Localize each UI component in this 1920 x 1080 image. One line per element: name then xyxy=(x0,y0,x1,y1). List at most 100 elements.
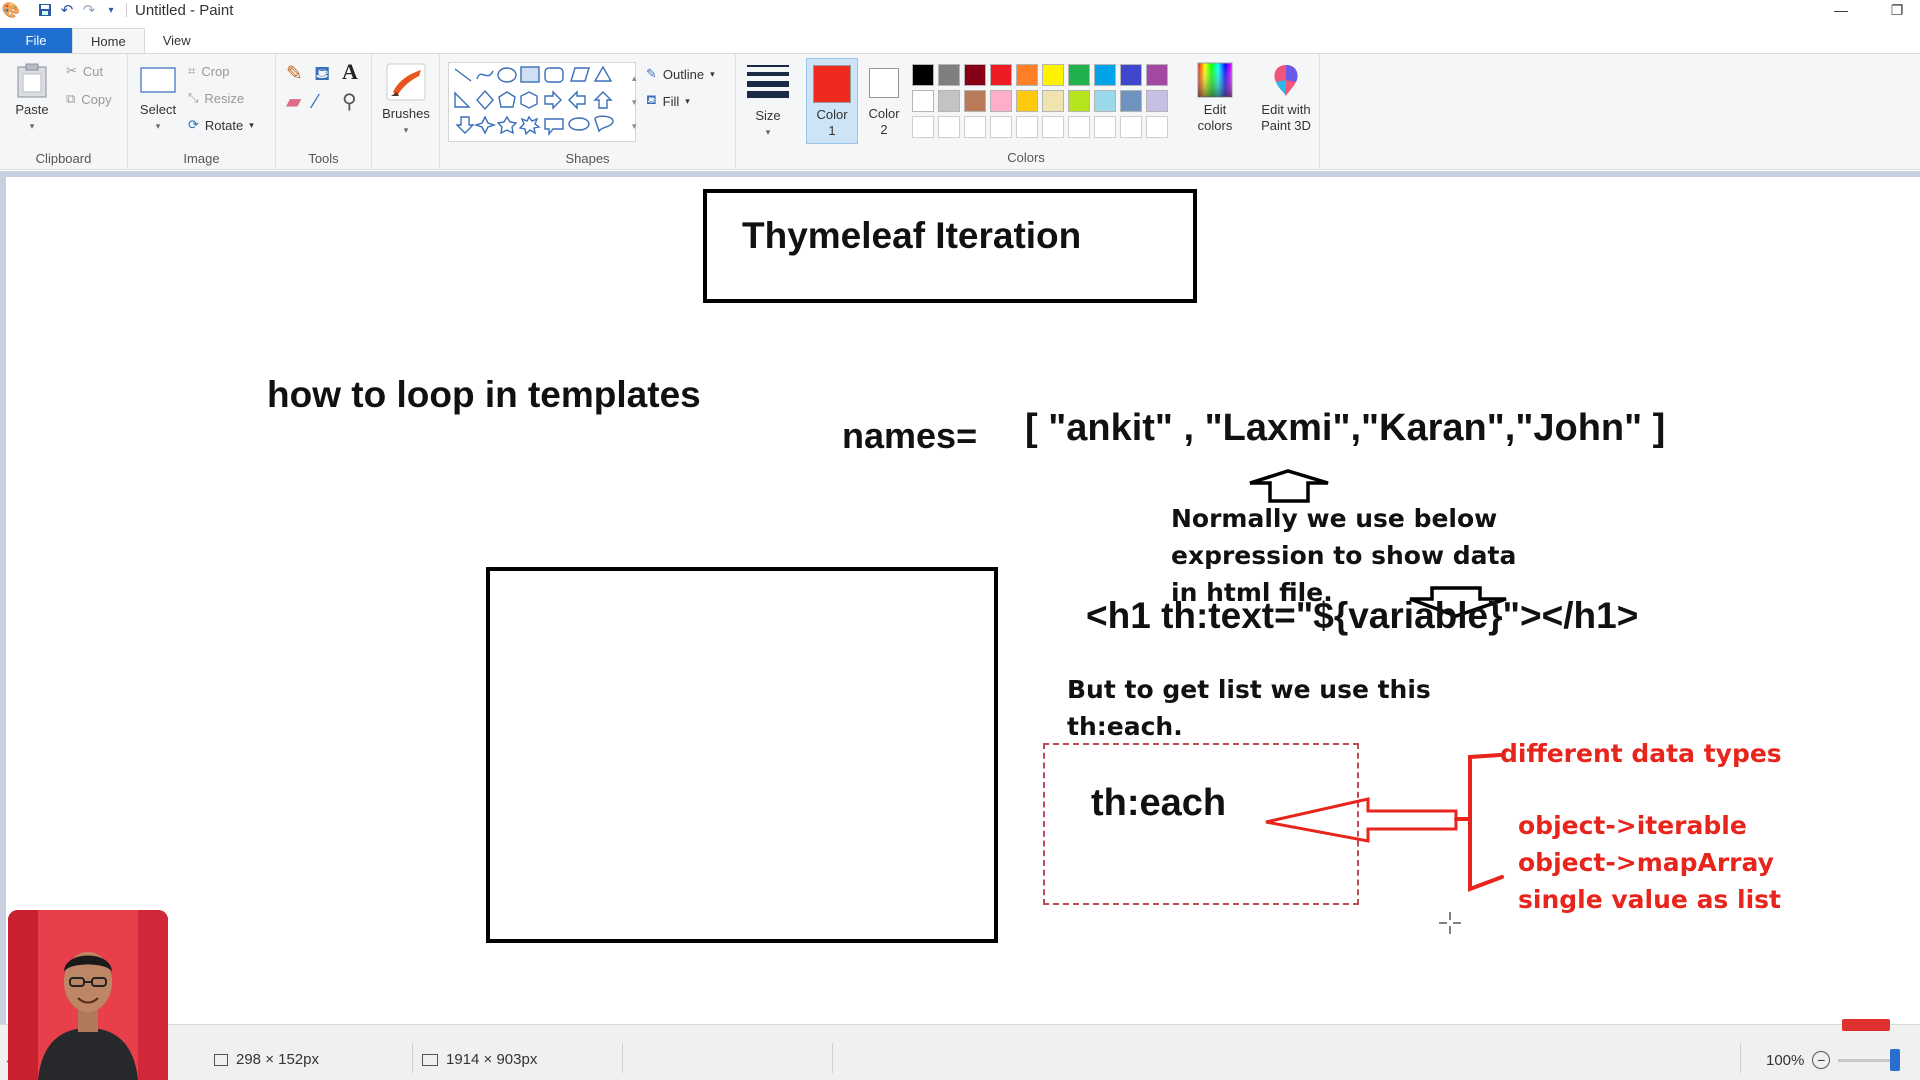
paint-app-icon[interactable]: 🎨 xyxy=(0,0,22,20)
crop-button[interactable]: ⌗ Crop xyxy=(188,63,230,79)
custom-color-slot[interactable] xyxy=(1146,116,1168,138)
shapes-group: ▴ ▾ ▾ ✎ Outline ▾ ⛾ Fill ▾ Shapes xyxy=(440,54,736,170)
zoom-slider-thumb[interactable] xyxy=(1890,1048,1901,1071)
canvas-area: Thymeleaf Iteration how to loop in templ… xyxy=(0,171,1920,1024)
edit-with-paint3d-button[interactable]: Edit with Paint 3D xyxy=(1254,62,1318,134)
select-button[interactable]: Select ▾ xyxy=(136,66,180,134)
zoom-slider[interactable] xyxy=(1838,1048,1901,1071)
pencil-icon[interactable]: ✎ xyxy=(286,64,303,84)
eraser-icon[interactable]: ▰ xyxy=(286,92,301,112)
status-separator xyxy=(412,1043,413,1073)
palette-swatch[interactable] xyxy=(938,90,960,112)
custom-color-slot[interactable] xyxy=(938,116,960,138)
palette-swatch[interactable] xyxy=(990,90,1012,112)
red-bracket-arrow xyxy=(1265,753,1504,892)
tools-group: ✎ ⛾ A ▰ ⁄ ⚲ Tools xyxy=(276,54,372,170)
status-bar: ✛ 298 × 152px 1914 × 903px 100% − xyxy=(0,1019,1920,1080)
tab-home[interactable]: Home xyxy=(72,28,145,53)
copy-label: Copy xyxy=(81,91,112,107)
color1-button[interactable]: Color 1 xyxy=(806,58,858,144)
text-tool-icon[interactable]: A xyxy=(342,61,358,83)
cut-button[interactable]: ✂ Cut xyxy=(66,63,103,79)
custom-color-slot[interactable] xyxy=(1094,116,1116,138)
rotate-icon: ⟳ xyxy=(188,117,199,132)
chevron-down-icon: ▾ xyxy=(249,119,254,130)
magnifier-icon[interactable]: ⚲ xyxy=(342,92,357,112)
brushes-button[interactable]: Brushes ▾ xyxy=(382,62,430,138)
canvas-heading: how to loop in templates xyxy=(267,374,701,415)
tab-file[interactable]: File xyxy=(0,28,72,53)
paste-label: Paste xyxy=(15,102,49,117)
fill-button[interactable]: ⛾ Fill ▾ xyxy=(646,92,690,110)
selection-icon xyxy=(214,1053,228,1066)
brush-icon xyxy=(386,63,426,101)
tools-group-label: Tools xyxy=(308,151,339,166)
chevron-down-icon: ▾ xyxy=(403,125,409,135)
palette-swatch[interactable] xyxy=(1120,64,1142,86)
minimize-button[interactable]: — xyxy=(1818,0,1864,20)
redo-icon[interactable]: ↷ xyxy=(78,0,100,20)
chevron-down-icon: ▾ xyxy=(710,68,715,79)
tab-view[interactable]: View xyxy=(145,28,209,53)
customize-toolbar-icon[interactable]: ▾ xyxy=(100,0,122,20)
palette-swatch[interactable] xyxy=(1094,90,1116,112)
zoom-out-icon[interactable]: − xyxy=(1812,1051,1831,1069)
different-data-types: different data types xyxy=(1500,739,1782,768)
subscribe-badge xyxy=(1842,1019,1890,1031)
palette-swatch[interactable] xyxy=(1042,90,1064,112)
size-button[interactable]: Size ▾ xyxy=(746,62,790,140)
theach-text: th:each xyxy=(1091,782,1227,824)
size-group: Size ▾ xyxy=(736,54,800,170)
custom-color-slot[interactable] xyxy=(1042,116,1064,138)
rotate-button[interactable]: ⟳ Rotate ▾ xyxy=(188,117,254,133)
outline-button[interactable]: ✎ Outline ▾ xyxy=(646,66,715,82)
undo-icon[interactable]: ↶ xyxy=(56,0,78,20)
paint3d-label-1: Edit with xyxy=(1261,102,1311,117)
palette-swatch[interactable] xyxy=(1016,64,1038,86)
palette-swatch[interactable] xyxy=(912,90,934,112)
custom-color-slot[interactable] xyxy=(990,116,1012,138)
crosshair-cursor-icon xyxy=(1439,912,1461,934)
custom-color-slot[interactable] xyxy=(1120,116,1142,138)
palette-swatch[interactable] xyxy=(964,90,986,112)
palette-swatch[interactable] xyxy=(912,64,934,86)
chevron-down-icon: ▾ xyxy=(29,121,35,131)
list-line-2: th:each. xyxy=(1067,712,1183,741)
custom-color-slot[interactable] xyxy=(1068,116,1090,138)
color-picker-icon[interactable]: ⁄ xyxy=(314,92,317,112)
image-group-label: Image xyxy=(183,151,220,166)
restore-button[interactable]: ❐ xyxy=(1874,0,1920,20)
edit-colors-button[interactable]: Edit colors xyxy=(1190,62,1240,134)
palette-swatch[interactable] xyxy=(1068,64,1090,86)
palette-swatch[interactable] xyxy=(938,64,960,86)
palette-swatch[interactable] xyxy=(990,64,1012,86)
color1-number: 1 xyxy=(828,123,836,138)
custom-color-slot[interactable] xyxy=(1016,116,1038,138)
palette-swatch[interactable] xyxy=(1016,90,1038,112)
shapes-gallery[interactable] xyxy=(448,62,636,142)
paint3d-group: Edit with Paint 3D xyxy=(1252,54,1320,170)
copy-button[interactable]: ⧉ Copy xyxy=(66,91,112,107)
custom-color-slot[interactable] xyxy=(912,116,934,138)
color2-button[interactable]: Color 2 xyxy=(862,58,906,144)
copy-icon: ⧉ xyxy=(66,91,76,106)
outline-icon: ✎ xyxy=(646,66,657,81)
palette-swatch[interactable] xyxy=(1094,64,1116,86)
canvas-size-text: 1914 × 903px xyxy=(446,1051,538,1068)
paste-button[interactable]: Paste ▾ xyxy=(10,62,54,134)
color1-swatch xyxy=(813,65,851,103)
drawing-canvas[interactable]: Thymeleaf Iteration how to loop in templ… xyxy=(6,177,1920,1024)
palette-swatch[interactable] xyxy=(1120,90,1142,112)
shapes-scroll[interactable]: ▴ ▾ ▾ xyxy=(632,66,637,138)
palette-swatch[interactable] xyxy=(1146,64,1168,86)
custom-color-slot[interactable] xyxy=(964,116,986,138)
palette-swatch[interactable] xyxy=(1146,90,1168,112)
palette-swatch[interactable] xyxy=(1068,90,1090,112)
paint3d-label-2: Paint 3D xyxy=(1261,118,1311,133)
save-icon[interactable] xyxy=(34,0,56,20)
palette-swatch[interactable] xyxy=(964,64,986,86)
fill-bucket-icon[interactable]: ⛾ xyxy=(314,64,330,84)
palette-swatch[interactable] xyxy=(1042,64,1064,86)
resize-button[interactable]: ⤡ Resize xyxy=(188,90,244,106)
h1-expression: <h1 th:text="${variable}"></h1> xyxy=(1086,595,1639,636)
